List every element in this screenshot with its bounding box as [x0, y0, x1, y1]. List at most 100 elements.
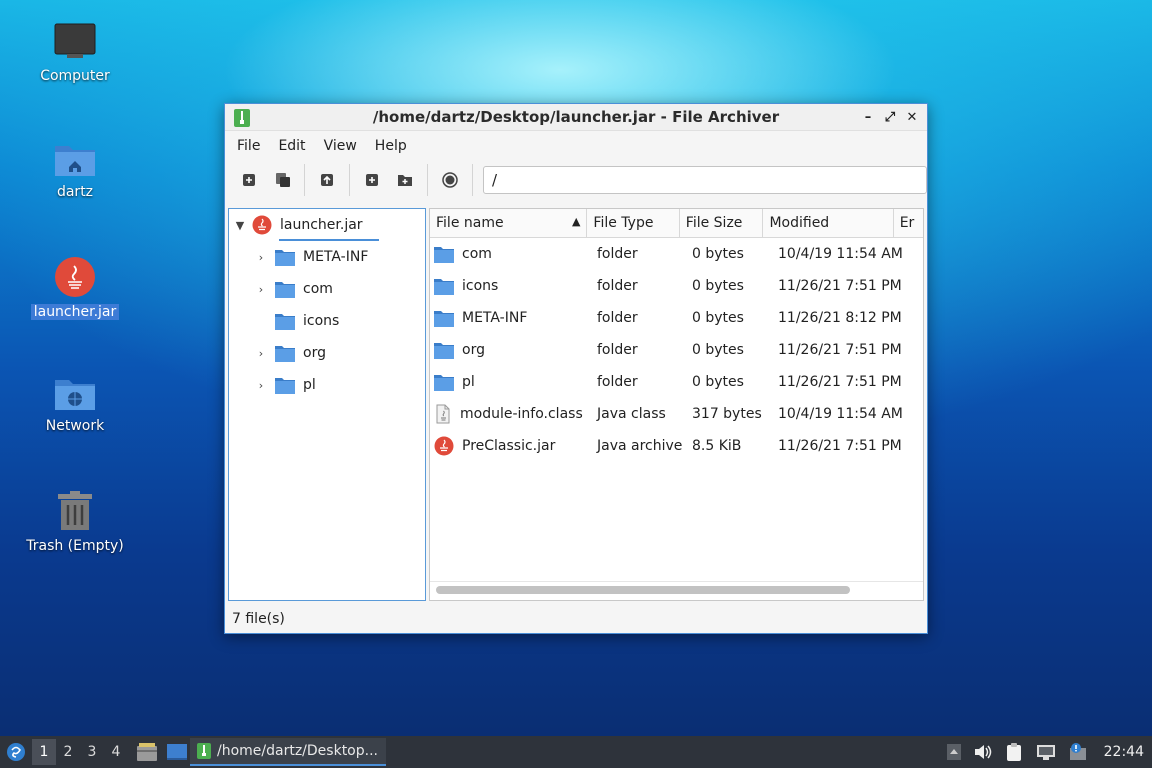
start-menu-icon[interactable]: [6, 742, 26, 762]
desktop-icon-label: Network: [45, 418, 105, 434]
menubar: File Edit View Help: [225, 131, 927, 161]
tree-item-label: org: [303, 345, 326, 361]
archive-app-icon: [196, 742, 212, 760]
workspace-1[interactable]: 1: [32, 739, 56, 765]
table-row[interactable]: com folder 0 bytes 10/4/19 11:54 AM: [430, 238, 923, 270]
table-row[interactable]: pl folder 0 bytes 11/26/21 7:51 PM: [430, 366, 923, 398]
archive-app-icon: [233, 108, 251, 132]
column-modified[interactable]: Modified: [763, 209, 894, 237]
horizontal-scrollbar[interactable]: [436, 586, 850, 594]
open-archive-icon: [275, 173, 290, 187]
taskbar-window-button[interactable]: /home/dartz/Desktop...: [190, 738, 386, 766]
show-desktop-icon[interactable]: [166, 743, 188, 761]
menu-view[interactable]: View: [315, 138, 366, 154]
minimize-icon[interactable]: –: [859, 108, 877, 126]
menu-help[interactable]: Help: [366, 138, 416, 154]
location-bar[interactable]: /: [482, 166, 927, 194]
maximize-icon[interactable]: ⤢: [881, 108, 899, 126]
add-folder-button[interactable]: [394, 168, 418, 192]
desktop-icon-launcher-jar[interactable]: launcher.jar: [20, 256, 130, 320]
file-list: File name ▲ File Type File Size Modified…: [429, 208, 924, 601]
add-files-button[interactable]: [360, 168, 384, 192]
window-titlebar[interactable]: /home/dartz/Desktop/launcher.jar - File …: [225, 104, 927, 131]
table-row[interactable]: org folder 0 bytes 11/26/21 7:51 PM: [430, 334, 923, 366]
network-folder-icon: [55, 380, 95, 410]
table-row[interactable]: META-INF folder 0 bytes 11/26/21 8:12 PM: [430, 302, 923, 334]
java-archive-icon: [55, 257, 95, 297]
file-manager-launcher-icon[interactable]: [136, 742, 158, 762]
workspace-4[interactable]: 4: [104, 744, 128, 760]
folder-icon: [434, 374, 454, 391]
volume-icon[interactable]: [974, 744, 992, 760]
collapsed-arrow-icon[interactable]: ›: [253, 379, 269, 392]
home-folder-icon: [55, 146, 95, 176]
tree-item-label: icons: [303, 313, 340, 329]
close-icon[interactable]: ✕: [903, 108, 921, 126]
clipboard-icon[interactable]: [1004, 742, 1024, 762]
folder-icon: [275, 313, 295, 330]
network-tray-icon[interactable]: [1036, 743, 1056, 761]
file-archiver-window: /home/dartz/Desktop/launcher.jar - File …: [224, 103, 928, 634]
desktop-icon-label: Trash (Empty): [26, 538, 124, 554]
status-bar: 7 file(s): [232, 611, 285, 627]
toolbar: /: [225, 161, 927, 199]
tray-arrow-icon[interactable]: [946, 743, 962, 761]
stop-icon: [442, 172, 458, 188]
new-archive-button[interactable]: [237, 168, 261, 192]
desktop-icon-trash[interactable]: Trash (Empty): [20, 490, 130, 554]
stop-button[interactable]: [438, 168, 462, 192]
new-archive-icon: [242, 174, 255, 186]
system-tray: 22:44: [940, 736, 1152, 768]
desktop-icon-computer[interactable]: Computer: [20, 22, 130, 84]
collapsed-arrow-icon[interactable]: ›: [253, 347, 269, 360]
taskbar: 1 2 3 4 /home/dartz/Desktop... 22:44: [0, 736, 1152, 768]
window-title: /home/dartz/Desktop/launcher.jar - File …: [372, 108, 780, 126]
folder-tree: ▼ launcher.jar › META-INF › com icons › …: [228, 208, 426, 601]
tree-item-label: pl: [303, 377, 316, 393]
extract-icon: [321, 174, 334, 186]
tree-item-com[interactable]: › com: [253, 273, 333, 305]
java-archive-icon: [252, 215, 272, 235]
desktop-icon-home[interactable]: dartz: [20, 140, 130, 200]
list-header: File name ▲ File Type File Size Modified…: [430, 209, 923, 238]
column-file-type[interactable]: File Type: [587, 209, 680, 237]
workspace-2[interactable]: 2: [56, 744, 80, 760]
table-row[interactable]: module-info.class Java class 317 bytes 1…: [430, 398, 923, 430]
java-archive-icon: [434, 436, 454, 456]
desktop-icon-label: Computer: [40, 68, 110, 84]
tree-item-icons[interactable]: icons: [253, 305, 339, 337]
desktop-icon-network[interactable]: Network: [20, 374, 130, 434]
menu-file[interactable]: File: [228, 138, 269, 154]
menu-edit[interactable]: Edit: [269, 138, 314, 154]
folder-icon: [434, 342, 454, 359]
table-row[interactable]: icons folder 0 bytes 11/26/21 7:51 PM: [430, 270, 923, 302]
tree-item-pl[interactable]: › pl: [253, 369, 316, 401]
expanded-arrow-icon[interactable]: ▼: [232, 219, 248, 232]
tree-item-label: com: [303, 281, 333, 297]
folder-icon: [275, 377, 295, 394]
java-class-icon: [434, 404, 452, 424]
folder-icon: [275, 249, 295, 266]
folder-icon: [434, 278, 454, 295]
collapsed-arrow-icon[interactable]: ›: [253, 283, 269, 296]
folder-icon: [275, 281, 295, 298]
collapsed-arrow-icon[interactable]: ›: [253, 251, 269, 264]
tree-item-meta-inf[interactable]: › META-INF: [253, 241, 368, 273]
column-file-name[interactable]: File name ▲: [430, 209, 588, 237]
tree-item-root[interactable]: ▼ launcher.jar: [232, 209, 363, 241]
column-file-size[interactable]: File Size: [680, 209, 764, 237]
computer-icon: [54, 23, 96, 58]
desktop-icon-label: launcher.jar: [30, 304, 120, 320]
folder-icon: [434, 246, 454, 263]
tree-item-org[interactable]: › org: [253, 337, 326, 369]
tree-item-label: launcher.jar: [280, 217, 363, 233]
notification-icon[interactable]: [1068, 742, 1088, 762]
trash-icon: [58, 491, 92, 530]
table-row[interactable]: PreClassic.jar Java archive 8.5 KiB 11/2…: [430, 430, 923, 462]
column-encrypted[interactable]: Er: [894, 209, 923, 237]
extract-button[interactable]: [315, 168, 339, 192]
add-files-icon: [365, 174, 378, 186]
open-archive-button[interactable]: [271, 168, 295, 192]
workspace-3[interactable]: 3: [80, 744, 104, 760]
sort-ascending-icon: ▲: [571, 215, 581, 228]
